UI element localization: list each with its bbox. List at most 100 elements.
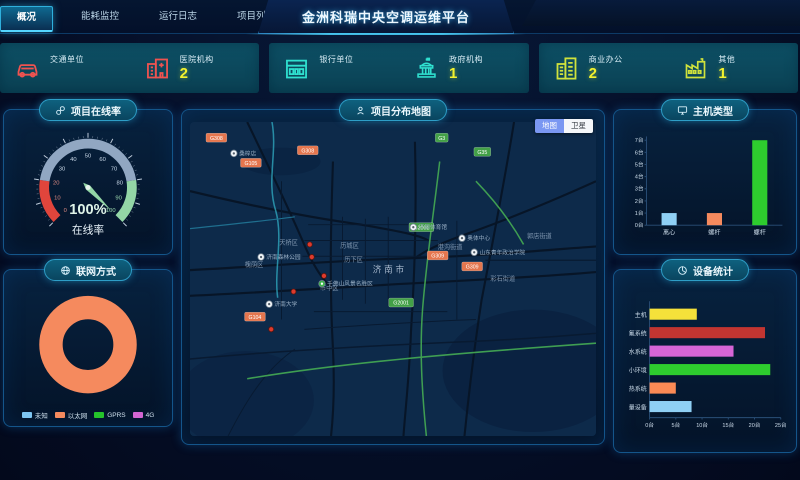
- road-badge: G308: [206, 133, 227, 142]
- svg-text:G309: G309: [466, 265, 479, 271]
- map-marker-project[interactable]: [291, 289, 296, 294]
- svg-text:100: 100: [106, 209, 116, 215]
- legend-label: 以太网: [68, 410, 88, 420]
- stat-value: [319, 65, 353, 82]
- legend-swatch: [94, 412, 104, 418]
- svg-text:量设备: 量设备: [629, 403, 647, 411]
- map-canvas[interactable]: G308G308G105G3G35G2001G2001G309G309G104天…: [190, 122, 596, 436]
- panel-online-rate: 项目在线率 0102030405060708090100100%在线率: [3, 109, 173, 255]
- svg-text:6台: 6台: [635, 148, 644, 156]
- tab-energy-monitor[interactable]: 能耗监控: [63, 0, 137, 34]
- stat-value: 2: [180, 65, 214, 82]
- svg-text:80: 80: [117, 181, 124, 187]
- panel-title: 联网方式: [76, 263, 116, 278]
- svg-text:0台: 0台: [635, 221, 644, 229]
- map-marker-project[interactable]: [269, 327, 274, 332]
- stat-value: [50, 65, 84, 82]
- panel-title: 项目在线率: [71, 103, 121, 118]
- device-stats-bar-chart: 0台5台10台15台20台25台主机氟系统水系统小环境热系统量设备: [620, 284, 790, 448]
- stat-label: 医院机构: [180, 54, 214, 65]
- road-badge: G309: [462, 262, 483, 271]
- svg-text:4台: 4台: [635, 172, 644, 180]
- link-icon: [55, 105, 66, 116]
- svg-text:离心: 离心: [663, 228, 675, 236]
- svg-text:G105: G105: [244, 161, 257, 167]
- top-nav-bar: 概况 能耗监控 运行日志 项目列表 视频监控 金洲科瑞中央空调运维平台: [0, 0, 800, 34]
- legend-swatch: [55, 412, 65, 418]
- svg-text:G308: G308: [210, 136, 223, 142]
- svg-text:桑梓店: 桑梓店: [239, 149, 256, 157]
- svg-text:3台: 3台: [635, 184, 644, 192]
- tab-overview[interactable]: 概况: [0, 6, 53, 32]
- stat-label: 商业办公: [589, 54, 623, 65]
- svg-text:25台: 25台: [775, 421, 787, 429]
- legend-swatch: [22, 412, 32, 418]
- stat-card-office-other: 商业办公 2 其他 1: [539, 43, 798, 93]
- legend-item-gprs[interactable]: GPRS: [94, 410, 125, 420]
- left-column: 项目在线率 0102030405060708090100100%在线率 联网方式: [3, 109, 173, 453]
- legend-label: 未知: [35, 410, 48, 420]
- map-marker-pin[interactable]: 山东青年政治学院: [471, 248, 525, 256]
- road-badge: G105: [241, 158, 262, 167]
- office-icon: [553, 55, 580, 82]
- svg-text:2台: 2台: [635, 196, 644, 204]
- svg-text:5台: 5台: [635, 160, 644, 168]
- map-marker-project[interactable]: [322, 273, 327, 278]
- svg-text:10台: 10台: [696, 421, 708, 429]
- tab-run-logs[interactable]: 运行日志: [141, 0, 215, 34]
- government-icon: [413, 55, 440, 82]
- svg-text:G3: G3: [438, 136, 445, 142]
- map-layer-button[interactable]: 地图: [535, 119, 564, 133]
- svg-text:90: 90: [115, 196, 122, 202]
- panel-host-type: 主机类型 0台1台2台3台4台5台6台7台离心螺杆螺杆: [613, 109, 797, 255]
- map-marker-pin[interactable]: 济南大学: [266, 300, 298, 308]
- svg-text:济南大学: 济南大学: [274, 300, 297, 308]
- legend-label: GPRS: [107, 412, 125, 419]
- legend-label: 4G: [146, 412, 155, 419]
- satellite-layer-button[interactable]: 卫星: [564, 119, 593, 133]
- center-column: 项目分布地图 地图 卫星: [181, 109, 605, 453]
- network-icon: [60, 265, 71, 276]
- stat-value: 2: [589, 65, 623, 82]
- district-label: 历下区: [344, 256, 363, 264]
- map-marker-project[interactable]: [309, 254, 314, 259]
- donut-chart: [10, 284, 166, 406]
- road-badge: G35: [474, 147, 491, 156]
- road-badge: G3: [435, 133, 448, 142]
- map-marker-pin[interactable]: 桑梓店: [231, 149, 257, 157]
- svg-text:20: 20: [53, 181, 60, 187]
- map-marker-pin[interactable]: 奥体中心: [459, 234, 491, 242]
- svg-text:5台: 5台: [672, 421, 681, 429]
- panel-online-rate-header: 项目在线率: [39, 99, 137, 121]
- road-badge: G309: [427, 251, 448, 260]
- panel-title: 设备统计: [693, 263, 733, 278]
- pie-icon: [677, 265, 688, 276]
- legend-item-4g[interactable]: 4G: [133, 410, 155, 420]
- stat-card-bank-government: 银行单位 政府机构 1: [269, 43, 528, 93]
- svg-text:热系统: 热系统: [629, 385, 647, 393]
- map-marker-pin[interactable]: 千佛山风景名胜区: [319, 280, 373, 288]
- svg-text:螺杆: 螺杆: [754, 228, 766, 236]
- svg-text:60: 60: [99, 157, 106, 163]
- svg-text:济南森林公园: 济南森林公园: [266, 253, 300, 261]
- legend-item-ethernet[interactable]: 以太网: [55, 410, 88, 420]
- stat-bank: 银行单位: [269, 54, 399, 82]
- svg-text:千佛山风景名胜区: 千佛山风景名胜区: [327, 280, 373, 288]
- svg-text:G308: G308: [301, 148, 314, 154]
- factory-icon: [682, 55, 709, 82]
- district-label: 历城区: [340, 241, 359, 249]
- panel-title: 项目分布地图: [371, 103, 431, 118]
- svg-text:山东青年政治学院: 山东青年政治学院: [479, 248, 525, 256]
- svg-text:在线率: 在线率: [72, 224, 104, 237]
- map-marker-project[interactable]: [307, 242, 312, 247]
- stat-transport: 交通单位: [0, 54, 130, 82]
- stat-label: 交通单位: [50, 54, 84, 65]
- stat-label: 其他: [718, 54, 735, 65]
- svg-text:G35: G35: [477, 150, 487, 156]
- legend-item-unknown[interactable]: 未知: [22, 410, 48, 420]
- bank-icon: [283, 55, 310, 82]
- svg-text:15台: 15台: [722, 421, 734, 429]
- panel-network-mode: 联网方式 未知 以太网 GPRS 4G: [3, 269, 173, 427]
- svg-text:G104: G104: [249, 315, 262, 321]
- hospital-icon: [144, 55, 171, 82]
